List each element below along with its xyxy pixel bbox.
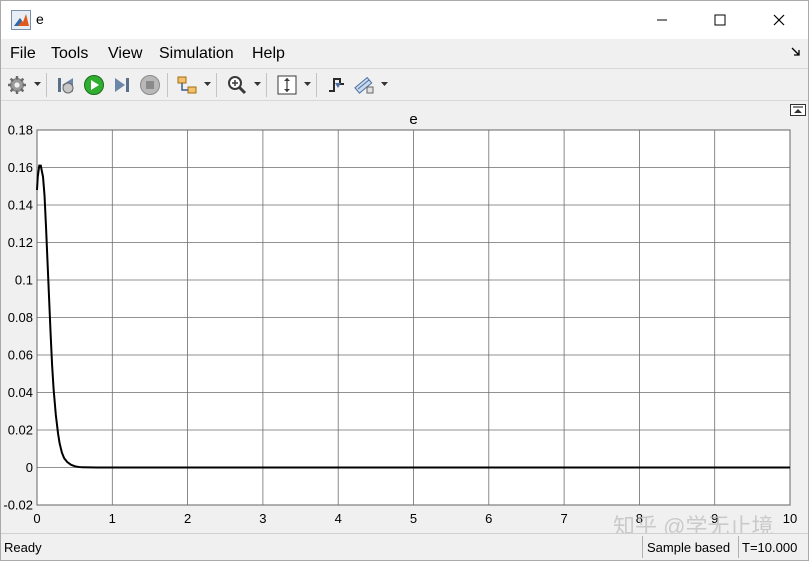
x-tick-label: 2 <box>184 511 191 526</box>
fit-dropdown-icon[interactable] <box>304 82 311 87</box>
toolbar <box>1 68 808 101</box>
triggers-icon[interactable] <box>325 74 347 96</box>
stop-icon[interactable] <box>139 74 161 96</box>
x-tick-label: 0 <box>33 511 40 526</box>
x-tick-label: 10 <box>783 511 797 526</box>
title-bar: e <box>1 1 808 39</box>
status-divider <box>738 536 739 558</box>
x-tick-label: 1 <box>109 511 116 526</box>
status-bar: Ready Sample based T=10.000 <box>1 533 808 560</box>
minimize-button[interactable] <box>639 1 685 39</box>
y-tick-label: 0.16 <box>8 160 33 175</box>
y-tick-label: 0.1 <box>15 273 33 288</box>
status-ready: Ready <box>4 540 42 555</box>
status-sample-mode: Sample based <box>647 540 731 555</box>
y-tick-label: 0.12 <box>8 235 33 250</box>
y-tick-label: 0.14 <box>8 198 33 213</box>
y-tick-label: 0.06 <box>8 348 33 363</box>
status-divider <box>642 536 643 558</box>
window-title: e <box>36 11 44 27</box>
zoom-dropdown-icon[interactable] <box>254 82 261 87</box>
y-tick-label: 0.02 <box>8 423 33 438</box>
step-back-icon[interactable] <box>55 74 77 96</box>
toolbar-separator <box>316 73 317 97</box>
maximize-icon <box>714 14 726 26</box>
toolbar-separator <box>167 73 168 97</box>
zoom-icon[interactable] <box>226 74 248 96</box>
y-tick-label: 0.08 <box>8 310 33 325</box>
menu-file[interactable]: File <box>10 45 36 63</box>
gear-icon[interactable] <box>6 74 28 96</box>
x-tick-label: 5 <box>410 511 417 526</box>
highlight-icon[interactable] <box>176 74 198 96</box>
cursor-measure-icon[interactable] <box>353 74 375 96</box>
y-tick-label: 0.18 <box>8 123 33 138</box>
maximize-button[interactable] <box>697 1 743 39</box>
step-forward-icon[interactable] <box>111 74 133 96</box>
x-tick-label: 4 <box>335 511 342 526</box>
dock-arrow-icon[interactable] <box>790 46 802 58</box>
status-sim-time: T=10.000 <box>742 540 798 555</box>
minimize-icon <box>657 19 667 21</box>
scope-window: e File Tools View Simulation Help 0 1 2 … <box>0 0 809 561</box>
menu-tools[interactable]: Tools <box>51 45 88 63</box>
scope-figure: 0 1 2 3 4 5 6 7 8 9 10 -0.02 0 0.02 0.04 0.06 0.08 0.1 0.1… <box>1 102 808 532</box>
menu-help[interactable]: Help <box>252 45 285 63</box>
menu-bar: File Tools View Simulation Help <box>1 39 808 67</box>
menu-view[interactable]: View <box>108 45 142 63</box>
plot-svg[interactable]: 0 1 2 3 4 5 6 7 8 9 10-0.0200.020.040.060.080.10.1… <box>1 102 808 532</box>
menu-simulation[interactable]: Simulation <box>159 45 234 63</box>
toolbar-separator <box>266 73 267 97</box>
x-tick-label: 6 <box>485 511 492 526</box>
matlab-logo-icon <box>11 10 31 30</box>
measure-dropdown-icon[interactable] <box>381 82 388 87</box>
run-icon[interactable] <box>83 74 105 96</box>
x-tick-label: 3 <box>259 511 266 526</box>
x-tick-label: 7 <box>560 511 567 526</box>
fit-icon[interactable] <box>276 74 298 96</box>
toolbar-separator <box>216 73 217 97</box>
undock-axes-icon[interactable] <box>790 104 806 116</box>
toolbar-separator <box>46 73 47 97</box>
close-button[interactable] <box>756 1 802 39</box>
y-tick-label: 0.04 <box>8 385 33 400</box>
y-tick-label: -0.02 <box>3 498 33 513</box>
close-icon <box>773 14 785 26</box>
highlight-dropdown-icon[interactable] <box>204 82 211 87</box>
gear-dropdown-icon[interactable] <box>34 82 41 87</box>
y-tick-label: 0 <box>26 460 33 475</box>
plot-title: e <box>409 111 417 128</box>
